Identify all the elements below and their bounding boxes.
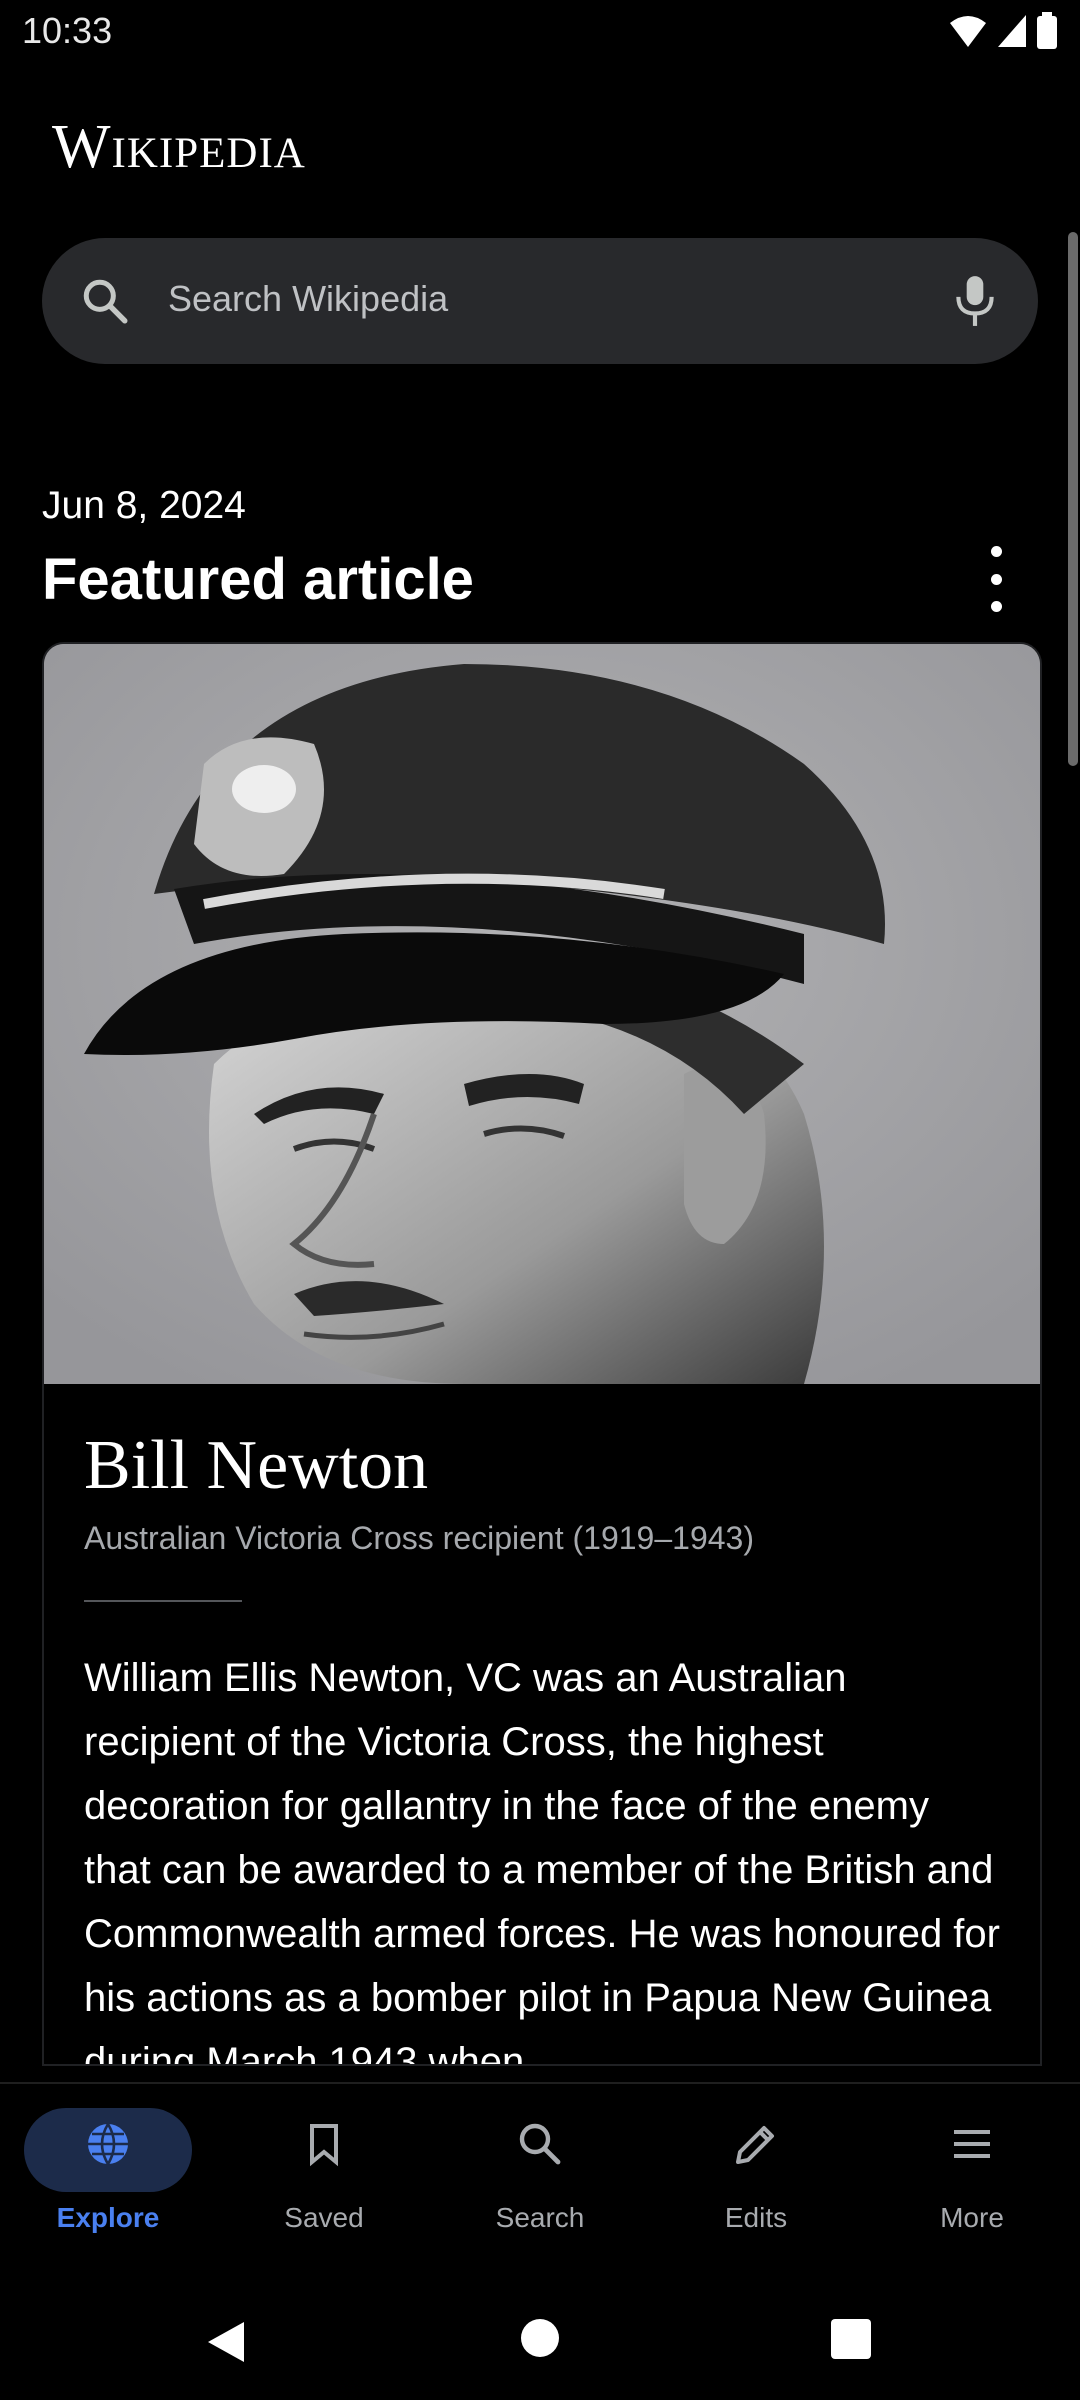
nav-more[interactable]: More: [864, 2084, 1080, 2252]
scrollbar[interactable]: [1068, 232, 1078, 766]
recents-icon[interactable]: [830, 2318, 872, 2360]
pencil-icon: [736, 2126, 774, 2164]
article-extract[interactable]: William Ellis Newton, VC was an Australi…: [84, 1646, 1004, 2064]
article-image[interactable]: [44, 644, 1040, 1384]
article-title[interactable]: Bill Newton: [84, 1426, 428, 1506]
nav-saved[interactable]: Saved: [216, 2084, 432, 2252]
search-icon: [519, 2123, 561, 2165]
wifi-icon: [950, 16, 986, 47]
nav-explore[interactable]: Explore: [0, 2084, 216, 2252]
bookmark-icon: [310, 2124, 338, 2167]
status-icons: [948, 12, 1058, 50]
search-placeholder: Search Wikipedia: [168, 278, 449, 319]
wikipedia-wordmark: Wikipedia: [52, 113, 306, 181]
featured-article-card[interactable]: Bill Newton Australian Victoria Cross re…: [42, 642, 1042, 2066]
nav-label: Explore: [56, 2202, 160, 2233]
nav-label: Edits: [724, 2202, 788, 2233]
battery-icon: [1037, 12, 1057, 49]
menu-icon: [954, 2130, 990, 2158]
nav-label: Saved: [284, 2202, 364, 2233]
nav-label: Search: [495, 2202, 585, 2233]
globe-icon: [88, 2123, 128, 2165]
status-bar: 10:33: [0, 0, 1080, 64]
overflow-menu-icon[interactable]: [978, 546, 1014, 612]
bottom-navigation: Explore Saved Search Edits More: [0, 2082, 1080, 2252]
nav-label: More: [940, 2202, 1004, 2233]
cellular-signal-icon: [998, 15, 1026, 47]
microphone-icon[interactable]: [950, 274, 1000, 328]
feed-section-title: Featured article: [42, 547, 474, 612]
divider: [84, 1600, 242, 1602]
portrait-photo: [44, 644, 1040, 1384]
back-icon[interactable]: [204, 2318, 248, 2366]
home-icon[interactable]: [520, 2318, 560, 2358]
nav-search[interactable]: Search: [432, 2084, 648, 2252]
search-bar[interactable]: Search Wikipedia: [42, 238, 1038, 364]
article-description: Australian Victoria Cross recipient (191…: [84, 1520, 754, 1556]
feed-date: Jun 8, 2024: [42, 484, 246, 527]
nav-edits[interactable]: Edits: [648, 2084, 864, 2252]
search-icon: [83, 279, 128, 324]
status-time: 10:33: [22, 10, 113, 51]
